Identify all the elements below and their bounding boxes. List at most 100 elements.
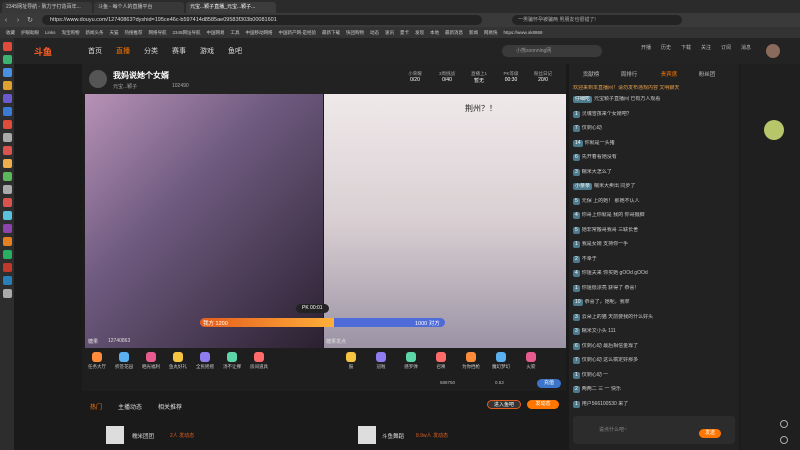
bookmark-item[interactable]: 最新下载	[322, 30, 340, 36]
chat-message[interactable]: 仔细吃 元宝颖子直播间 已有万人观看	[573, 96, 735, 103]
gift-left-item[interactable]: 任务大厅	[86, 352, 108, 370]
chat-message[interactable]: 1 你姐很漂亮 获得了 恭喜！	[573, 284, 735, 292]
chat-message[interactable]: 小亲亲 糯米大卖出 同步了	[573, 183, 735, 190]
gift-right-item[interactable]: 火箭	[520, 352, 542, 370]
chat-message[interactable]: 1 灵魂雪孩来个女婿吧？	[573, 110, 735, 118]
tab-related[interactable]: 相关推荐	[158, 402, 182, 411]
gift-right-item[interactable]: 召唤	[430, 352, 452, 370]
bookmark-item[interactable]: https://www.ok8868	[504, 30, 543, 35]
bookmark-item[interactable]: 速讯	[385, 30, 394, 36]
video-right-stream[interactable]	[324, 94, 566, 348]
forward-icon[interactable]: ›	[12, 17, 24, 24]
tab-fans[interactable]: 粉丝团	[689, 70, 725, 78]
bookmark-item[interactable]: 2345网址导航	[173, 30, 201, 36]
recharge-button[interactable]: 充值	[537, 379, 561, 388]
chat-message[interactable]: 6 仅剩心动 最后相信金靠了	[573, 342, 735, 350]
nav-home[interactable]: 首页	[88, 46, 102, 56]
tab-weekly[interactable]: 周排行	[611, 70, 647, 78]
bookmark-item[interactable]: 工具	[231, 30, 240, 36]
sidebar-app-icon[interactable]	[2, 185, 12, 194]
bookmark-item[interactable]: Links	[45, 30, 56, 35]
sidebar-app-icon[interactable]	[2, 68, 12, 77]
sidebar-app-icon[interactable]	[2, 224, 12, 233]
enter-fishbar-button[interactable]: 进入鱼吧	[487, 400, 521, 409]
message-button[interactable]: 消息	[736, 44, 756, 51]
sidebar-app-icon[interactable]	[2, 276, 12, 285]
history-button[interactable]: 历史	[656, 44, 676, 51]
chat-message[interactable]: 3 糯米文小头 111	[573, 328, 735, 335]
bookmark-item[interactable]: 护眼助眼	[21, 30, 39, 36]
chat-message[interactable]: 6 先开着看她没有	[573, 154, 735, 161]
sidebar-app-icon[interactable]	[2, 42, 12, 51]
send-button[interactable]: 发送	[699, 429, 721, 438]
sidebar-app-icon[interactable]	[2, 237, 12, 246]
bookmark-item[interactable]: 中国移动网络	[246, 30, 273, 36]
gift-left-item[interactable]: 房间道具	[248, 352, 270, 370]
room-stat[interactable]: 小荣耀 0/20	[400, 71, 430, 83]
gift-left-item[interactable]: 全民摇摇	[194, 352, 216, 370]
chat-message[interactable]: 1 用户566100530 来了	[573, 400, 735, 408]
url-input[interactable]: https://www.douyu.com/12740863?dyshid=19…	[42, 15, 482, 25]
bookmark-item[interactable]: 本地	[430, 30, 439, 36]
start-live-button[interactable]: 开播	[636, 44, 656, 51]
chat-message[interactable]: 3 糯米大怎么了	[573, 168, 735, 176]
gift-left-item[interactable]: 折签花园	[113, 352, 135, 370]
bookmark-item[interactable]: 夏卡	[400, 30, 409, 36]
site-search-input[interactable]: 小熊soonning网	[502, 45, 602, 57]
user-avatar[interactable]	[766, 44, 780, 58]
bookmark-item[interactable]: 最新消息	[445, 30, 463, 36]
sidebar-app-icon[interactable]	[2, 289, 12, 298]
chat-message[interactable]: 3 云朵上的猫 天前要我的什么好头	[573, 313, 735, 321]
nav-games[interactable]: 游戏	[200, 46, 214, 56]
chat-message[interactable]: 2 不幸于	[573, 255, 735, 263]
chat-message[interactable]: 7 仅剩心动 这么搞定好那多	[573, 357, 735, 364]
sidebar-app-icon[interactable]	[2, 133, 12, 142]
streamer-name[interactable]: 元宝...颖子	[113, 83, 137, 90]
download-button[interactable]: 下载	[676, 44, 696, 51]
browser-tab[interactable]: 2345网址导航 - 致力于打造百年...	[2, 2, 92, 13]
room-stat[interactable]: 粉丝日记 20/0	[528, 71, 558, 83]
room-stat[interactable]: 直播上1 暂无	[464, 71, 494, 84]
bookmark-item[interactable]: 新闻头条	[86, 30, 104, 36]
bookmark-item[interactable]: 天猫	[110, 30, 119, 36]
bookmark-item[interactable]: 淘宝购物	[62, 30, 80, 36]
sidebar-app-icon[interactable]	[2, 198, 12, 207]
chat-message[interactable]: 1 仅剩心动 一	[573, 371, 735, 379]
sidebar-app-icon[interactable]	[2, 159, 12, 168]
help-icon[interactable]	[780, 436, 788, 444]
reload-icon[interactable]: ↻	[24, 16, 36, 24]
subscribe-button[interactable]: 订阅	[716, 44, 736, 51]
card-title[interactable]: 糯米团团	[132, 432, 154, 440]
chat-message[interactable]: 7 仅剩心动	[573, 125, 735, 132]
gift-left-item[interactable]: 鱼丸好礼	[167, 352, 189, 370]
tab-hot[interactable]: 热门	[90, 402, 102, 411]
follow-button[interactable]: 关注	[696, 44, 716, 51]
sidebar-app-icon[interactable]	[2, 172, 12, 181]
bookmark-item[interactable]: 网易快	[484, 30, 498, 36]
chat-message[interactable]: 2 两两二 三 一 快乐	[573, 386, 735, 393]
nav-events[interactable]: 赛事	[172, 46, 186, 56]
streamer-avatar[interactable]	[89, 70, 107, 88]
browser-tab[interactable]: 斗鱼 - 每个人的直播平台	[94, 2, 184, 13]
room-stat[interactable]: 3周挑战 0/40	[432, 71, 462, 83]
chat-message[interactable]: 1 我是女婿 支持你一手	[573, 241, 735, 248]
gift-right-item[interactable]: 冠啦	[370, 352, 392, 370]
gift-left-item[interactable]: 晒光福利	[140, 352, 162, 370]
bookmark-item[interactable]: 网络导航	[149, 30, 167, 36]
video-left-stream[interactable]	[85, 94, 323, 348]
nav-category[interactable]: 分类	[144, 46, 158, 56]
tab-vip[interactable]: 贵宾席	[651, 70, 687, 78]
sidebar-app-icon[interactable]	[2, 94, 12, 103]
nav-live[interactable]: 直播	[116, 46, 130, 56]
settings-icon[interactable]	[780, 420, 788, 428]
gift-right-item[interactable]: 鼓	[340, 352, 362, 370]
bookmark-item[interactable]: 收藏	[6, 30, 15, 36]
bookmark-item[interactable]: 新闻	[469, 30, 478, 36]
back-icon[interactable]: ‹	[0, 17, 12, 24]
browser-tab-active[interactable]: 元宝...颖子直播_元宝...颖子...	[186, 2, 276, 13]
chat-input[interactable]: 说点什么吧~	[599, 426, 627, 433]
chat-message[interactable]: 4 你姐夫来 你买她 gOOd gOOd	[573, 270, 735, 277]
chat-message[interactable]: 14 你就是一头猪	[573, 139, 735, 147]
chat-message[interactable]: 4 你哥上你就是 我的 你哥摄脚	[573, 212, 735, 219]
gift-left-item[interactable]: 汤不让撑	[221, 352, 243, 370]
